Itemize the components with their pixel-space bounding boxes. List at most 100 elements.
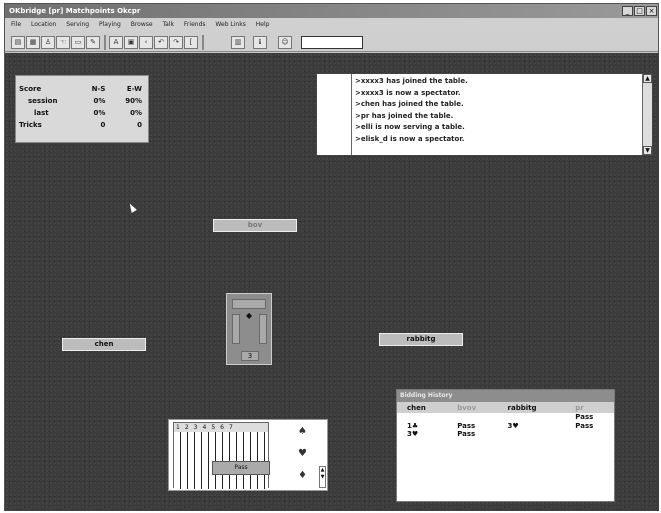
chat-lines: >xxxx3 has joined the table. >xxxx3 is n… [355,76,468,145]
score-ew: 0 [137,121,142,129]
menu-playing[interactable]: Playing [99,21,121,28]
people-icon[interactable]: ☺ [278,36,292,49]
east-slot [259,314,267,344]
bid-level[interactable]: 2 [185,424,194,431]
scroll-down-icon[interactable]: ▼ [643,146,652,155]
table-row: Pass [397,413,614,422]
bid-cell [565,430,614,439]
score-ns: 0 [100,121,106,129]
chat-line: >chen has joined the table. [355,100,464,108]
app-window: OKbridge [pr] Matchpoints Okcpr _ □ × Fi… [4,3,659,511]
grid-icon[interactable]: ▦ [26,36,40,49]
deal-number: 3 [241,351,259,361]
score-header-ew: E-W [126,85,142,93]
back-icon[interactable]: [ [184,36,198,49]
dealer-arrow-icon: ◆ [246,311,253,320]
spade-suit-icon[interactable]: ♠ [298,426,307,437]
toolbar-separator [104,35,106,50]
chat-line: >xxxx3 has joined the table. [355,77,468,85]
bid-cell: Pass [575,413,594,421]
undo-icon[interactable]: ↶ [154,36,168,49]
bidding-history-table: chen bvov rabbitg pr Pass 1♣ Pass 3♥ Pas… [397,402,614,439]
bid-level-grid: 1234567 Pass [173,422,270,489]
menu-friends[interactable]: Friends [184,21,206,28]
score-header-label: Score [19,85,42,93]
score-row-label: last [34,109,49,117]
bid-level[interactable]: 4 [202,424,211,431]
text-b-icon[interactable]: ▣ [124,36,138,49]
chat-scrollbar[interactable]: ▲ ▼ [642,74,652,155]
diamond-suit-icon[interactable]: ♦ [298,470,307,481]
bidding-history-panel: Bidding History chen bvov rabbitg pr Pas… [396,389,615,502]
bid-cell: Pass [457,430,476,438]
maximize-button[interactable]: □ [634,6,645,16]
menu-bar: File Location Serving Playing Browse Tal… [5,18,658,32]
mouse-cursor-icon [127,202,137,213]
menu-serving[interactable]: Serving [66,21,89,28]
minimize-button[interactable]: _ [622,6,633,16]
bidding-box: 1234567 Pass ♠ ♥ ♦ ▲ ▼ [168,419,328,491]
pass-button[interactable]: Pass [212,461,270,475]
bidbox-scroll[interactable]: ▲ ▼ [319,466,326,488]
close-button[interactable]: × [646,6,657,16]
chat-line: >elisk_d is now a spectator. [355,134,465,143]
bid-level[interactable]: 7 [229,424,238,431]
score-ns: 0% [93,109,106,117]
score-panel: Score N-S E-W session 0% 90% last 0% 0% … [15,75,149,143]
bid-cell: 1♣ [407,421,419,430]
chat-line: >elli is now serving a table. [355,123,465,131]
score-row-label: Tricks [19,121,42,129]
table-row: 1♣ Pass 3♥ Pass [397,422,614,431]
heart-suit-icon[interactable]: ♥ [298,448,307,459]
score-table: Score N-S E-W session 0% 90% last 0% 0% … [16,83,148,131]
hint-icon[interactable]: ✎ [86,36,100,49]
bid-cell: 3♥ [507,421,519,430]
score-ns: 0% [93,97,106,105]
bid-level-labels: 1234567 [174,423,268,432]
score-row-label: session [28,97,58,105]
info-icon[interactable]: ℹ [253,36,267,49]
menu-help[interactable]: Help [256,21,270,28]
score-row: last 0% 0% [16,107,148,119]
score-ew: 0% [130,109,142,117]
menu-browse[interactable]: Browse [131,21,153,28]
chat-log[interactable]: >xxxx3 has joined the table. >xxxx3 is n… [316,73,653,156]
menu-talk[interactable]: Talk [163,21,175,28]
seat-east[interactable]: rabbitg [379,333,463,346]
redo-icon[interactable]: ↷ [169,36,183,49]
window-title: OKbridge [pr] Matchpoints Okcpr [9,7,141,15]
bid-level[interactable]: 1 [176,424,185,431]
bid-level[interactable]: 5 [211,424,220,431]
bidding-header-row: chen bvov rabbitg pr [397,402,614,413]
west-slot [232,314,240,344]
hand-icon[interactable]: ☜ [56,36,70,49]
bidding-column-header: chen [397,402,448,413]
bidding-column-header: bvov [447,402,498,413]
title-bar: OKbridge [pr] Matchpoints Okcpr [5,4,658,18]
score-row: Tricks 0 0 [16,119,148,131]
toolbar: ▤ ▦ ♙ ☜ ▭ ✎ A ▣ ‹ ↶ ↷ [ ▥ ℹ ☺ [5,32,658,52]
left-icon[interactable]: ‹ [139,36,153,49]
cards-icon[interactable]: ▭ [71,36,85,49]
text-a-icon[interactable]: A [109,36,123,49]
table-icon[interactable]: ▤ [11,36,25,49]
bidding-column-header: pr [565,402,614,413]
players-icon[interactable]: ♙ [41,36,55,49]
chat-gutter [317,74,352,155]
bidding-column-header: rabbitg [497,402,566,413]
score-header-row: Score N-S E-W [16,83,148,95]
bid-cell [498,430,566,439]
chat-line: >xxxx3 is now a spectator. [355,88,461,97]
menu-file[interactable]: File [11,21,21,28]
search-input[interactable] [301,36,363,49]
score-ew: 90% [125,97,142,105]
menu-location[interactable]: Location [31,21,56,28]
scroll-up-icon[interactable]: ▲ [643,74,652,83]
seat-west[interactable]: chen [62,338,146,351]
bidding-history-title: Bidding History [397,390,614,402]
seat-north[interactable]: bov [213,219,297,232]
bid-level[interactable]: 6 [220,424,229,431]
score-header-ns: N-S [91,85,106,93]
calendar-icon[interactable]: ▥ [231,36,245,49]
menu-web-links[interactable]: Web Links [215,21,245,28]
